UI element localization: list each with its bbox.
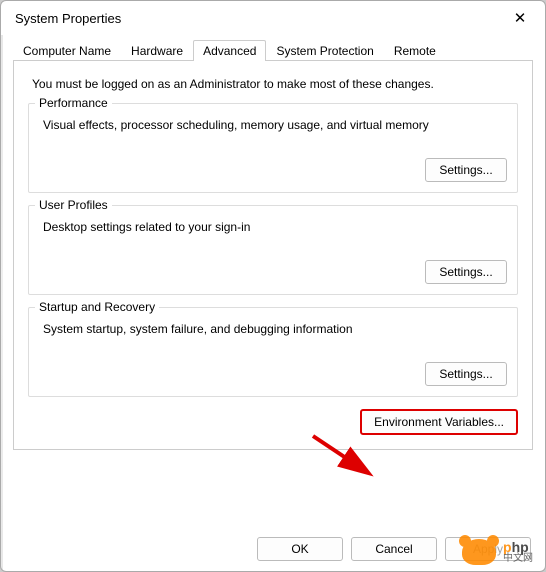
- close-icon[interactable]: ✕: [505, 9, 535, 27]
- dialog-footer: OK Cancel Apply: [257, 537, 531, 561]
- group-desc-startup-recovery: System startup, system failure, and debu…: [43, 322, 503, 336]
- btn-row-startup-recovery: Settings...: [39, 362, 507, 386]
- group-desc-user-profiles: Desktop settings related to your sign-in: [43, 220, 503, 234]
- tab-hardware[interactable]: Hardware: [121, 40, 193, 61]
- admin-note: You must be logged on as an Administrato…: [32, 77, 514, 91]
- tab-body-advanced: You must be logged on as an Administrato…: [13, 61, 533, 450]
- titlebar: System Properties ✕: [1, 1, 545, 35]
- tab-remote[interactable]: Remote: [384, 40, 446, 61]
- system-properties-window: System Properties ✕ Computer Name Hardwa…: [0, 0, 546, 572]
- group-user-profiles: User Profiles Desktop settings related t…: [28, 205, 518, 295]
- btn-row-performance: Settings...: [39, 158, 507, 182]
- cancel-button[interactable]: Cancel: [351, 537, 437, 561]
- tab-computer-name[interactable]: Computer Name: [13, 40, 121, 61]
- settings-button-user-profiles[interactable]: Settings...: [425, 260, 507, 284]
- group-title-user-profiles: User Profiles: [35, 198, 112, 212]
- environment-variables-button[interactable]: Environment Variables...: [360, 409, 518, 435]
- ok-button[interactable]: OK: [257, 537, 343, 561]
- group-title-performance: Performance: [35, 96, 112, 110]
- tab-system-protection[interactable]: System Protection: [266, 40, 383, 61]
- settings-button-performance[interactable]: Settings...: [425, 158, 507, 182]
- window-left-edge: [1, 35, 3, 571]
- window-title: System Properties: [15, 11, 121, 26]
- tab-advanced[interactable]: Advanced: [193, 40, 266, 61]
- group-performance: Performance Visual effects, processor sc…: [28, 103, 518, 193]
- group-startup-recovery: Startup and Recovery System startup, sys…: [28, 307, 518, 397]
- settings-button-startup-recovery[interactable]: Settings...: [425, 362, 507, 386]
- content-area: Computer Name Hardware Advanced System P…: [1, 35, 545, 458]
- group-title-startup-recovery: Startup and Recovery: [35, 300, 159, 314]
- btn-row-user-profiles: Settings...: [39, 260, 507, 284]
- group-desc-performance: Visual effects, processor scheduling, me…: [43, 118, 503, 132]
- tab-strip: Computer Name Hardware Advanced System P…: [13, 39, 533, 61]
- env-vars-row: Environment Variables...: [28, 409, 518, 435]
- apply-button: Apply: [445, 537, 531, 561]
